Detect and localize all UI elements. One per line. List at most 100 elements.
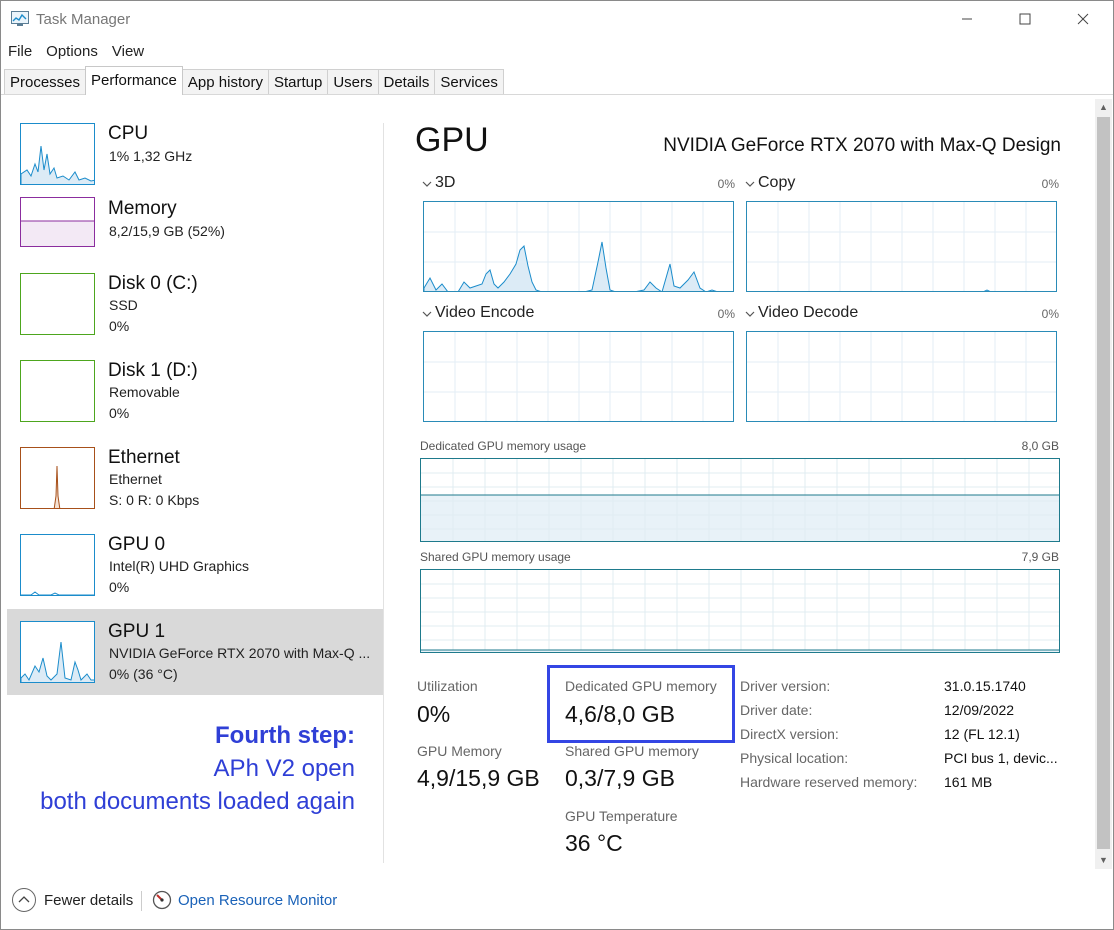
engine-video-decode-label[interactable]: Video Decode [758,304,858,322]
footer-bar: Fewer details Open Resource Monitor [1,881,1113,921]
minimize-button[interactable] [941,1,993,37]
sidebar-item-gpu0[interactable]: GPU 0 Intel(R) UHD Graphics 0% [7,522,383,608]
annotation-line-3: both documents loaded again [40,788,355,815]
scroll-up-icon[interactable]: ▲ [1095,99,1112,116]
gpu-temperature-value: 36 °C [565,830,623,856]
chevron-down-icon[interactable] [421,178,433,190]
title-bar: Task Manager [1,1,1113,39]
sidebar-disk1-usage: 0% [109,405,130,421]
sidebar-disk0-title: Disk 0 (C:) [108,273,198,294]
scroll-down-icon[interactable]: ▼ [1095,852,1112,869]
engine-copy-label[interactable]: Copy [758,174,795,192]
page-title: GPU [415,121,489,159]
menu-view[interactable]: View [105,41,151,63]
dedicated-usage-label: Dedicated GPU memory usage [420,439,587,453]
fewer-details-button[interactable] [12,888,36,912]
dedicated-usage-max: 8,0 GB [1021,439,1059,453]
engine-video-decode-graph-svg [747,332,1056,421]
engine-video-encode-label[interactable]: Video Encode [435,304,534,322]
engine-3d-graph-svg [424,202,733,291]
memory-thumbnail-graph [20,197,95,247]
sidebar-item-disk0[interactable]: Disk 0 (C:) SSD 0% [7,261,383,347]
engine-video-encode-graph [423,331,734,422]
tab-services[interactable]: Services [434,69,504,95]
gpu0-thumbnail-graph [20,534,95,596]
sidebar-item-memory[interactable]: Memory 8,2/15,9 GB (52%) [7,186,383,272]
engine-copy-percent: 0% [1041,177,1059,191]
sidebar-item-cpu[interactable]: CPU 1% 1,32 GHz [7,111,383,197]
engine-copy-graph [746,201,1057,292]
open-resource-monitor-link[interactable]: Open Resource Monitor [178,892,337,909]
tab-startup[interactable]: Startup [267,69,329,95]
maximize-button[interactable] [999,1,1051,37]
driver-version-label: Driver version: [740,678,831,694]
close-icon [1077,13,1089,25]
tab-performance[interactable]: Performance [85,66,183,95]
sidebar-ethernet-throughput: S: 0 R: 0 Kbps [109,492,200,508]
engine-3d-percent: 0% [717,177,735,191]
sidebar-gpu1-device: NVIDIA GeForce RTX 2070 with Max-Q ... [109,645,371,661]
tab-users[interactable]: Users [327,69,379,95]
utilization-label: Utilization [417,678,478,694]
sidebar-gpu0-usage: 0% [109,579,130,595]
sidebar-gpu0-title: GPU 0 [108,534,166,555]
sidebar-memory-detail: 8,2/15,9 GB (52%) [109,223,225,239]
directx-version-value: 12 (FL 12.1) [944,726,1020,742]
sidebar-ethernet-name: Ethernet [109,471,162,487]
sidebar-item-gpu1[interactable]: GPU 1 NVIDIA GeForce RTX 2070 with Max-Q… [7,609,383,695]
task-manager-icon [11,11,29,26]
ethernet-thumbnail-graph [20,447,95,509]
sidebar-item-disk1[interactable]: Disk 1 (D:) Removable 0% [7,348,383,434]
fewer-details-link[interactable]: Fewer details [44,892,133,909]
chevron-down-icon[interactable] [744,178,756,190]
sidebar-disk1-title: Disk 1 (D:) [108,360,198,381]
sidebar-gpu1-usage: 0% (36 °C) [109,666,178,682]
driver-version-value: 31.0.15.1740 [944,678,1026,694]
gpu-memory-label: GPU Memory [417,743,502,759]
close-button[interactable] [1057,1,1109,37]
gpu-memory-value: 4,9/15,9 GB [417,765,540,791]
gpu1-thumbnail-graph [20,621,95,683]
chevron-down-icon[interactable] [421,308,433,320]
dedicated-usage-graph-svg [421,459,1059,541]
engine-3d-label[interactable]: 3D [435,174,455,192]
physical-location-label: Physical location: [740,750,849,766]
shared-usage-graph [420,569,1060,653]
engine-video-decode-graph [746,331,1057,422]
resource-monitor-icon[interactable] [152,890,172,910]
tab-processes[interactable]: Processes [4,69,87,95]
driver-date-value: 12/09/2022 [944,702,1015,718]
scroll-thumb[interactable] [1097,117,1110,849]
sidebar-item-ethernet[interactable]: Ethernet Ethernet S: 0 R: 0 Kbps [7,435,383,521]
shared-usage-graph-svg [421,570,1059,652]
sidebar-disk1-type: Removable [109,384,180,400]
disk0-thumbnail-graph [20,273,95,335]
directx-version-label: DirectX version: [740,726,839,742]
menu-options[interactable]: Options [39,41,105,63]
sidebar-cpu-detail: 1% 1,32 GHz [109,148,193,164]
menu-bar: File Options View [1,41,151,63]
annotation-line-1: Fourth step: [215,722,355,749]
shared-usage-label: Shared GPU memory usage [420,550,571,564]
sidebar-gpu0-device: Intel(R) UHD Graphics [109,558,250,574]
utilization-value: 0% [417,701,451,727]
tab-details[interactable]: Details [377,69,436,95]
chevron-up-icon [18,896,30,903]
sidebar-disk0-usage: 0% [109,318,130,334]
physical-location-value: PCI bus 1, devic... [944,750,1058,766]
window-title: Task Manager [36,11,131,28]
menu-file[interactable]: File [1,41,39,63]
tab-strip: Processes Performance App history Startu… [4,66,504,95]
sidebar-ethernet-title: Ethernet [108,447,180,468]
shared-memory-label: Shared GPU memory [565,743,699,759]
vertical-scrollbar[interactable]: ▲ ▼ [1095,99,1112,869]
maximize-icon [1019,13,1031,25]
shared-usage-max: 7,9 GB [1021,550,1059,564]
disk1-thumbnail-graph [20,360,95,422]
sidebar-memory-title: Memory [108,198,177,219]
dedicated-memory-highlight [547,665,735,743]
chevron-down-icon[interactable] [744,308,756,320]
tab-app-history[interactable]: App history [181,69,269,95]
minimize-icon [962,18,972,20]
engine-copy-graph-svg [747,202,1056,291]
